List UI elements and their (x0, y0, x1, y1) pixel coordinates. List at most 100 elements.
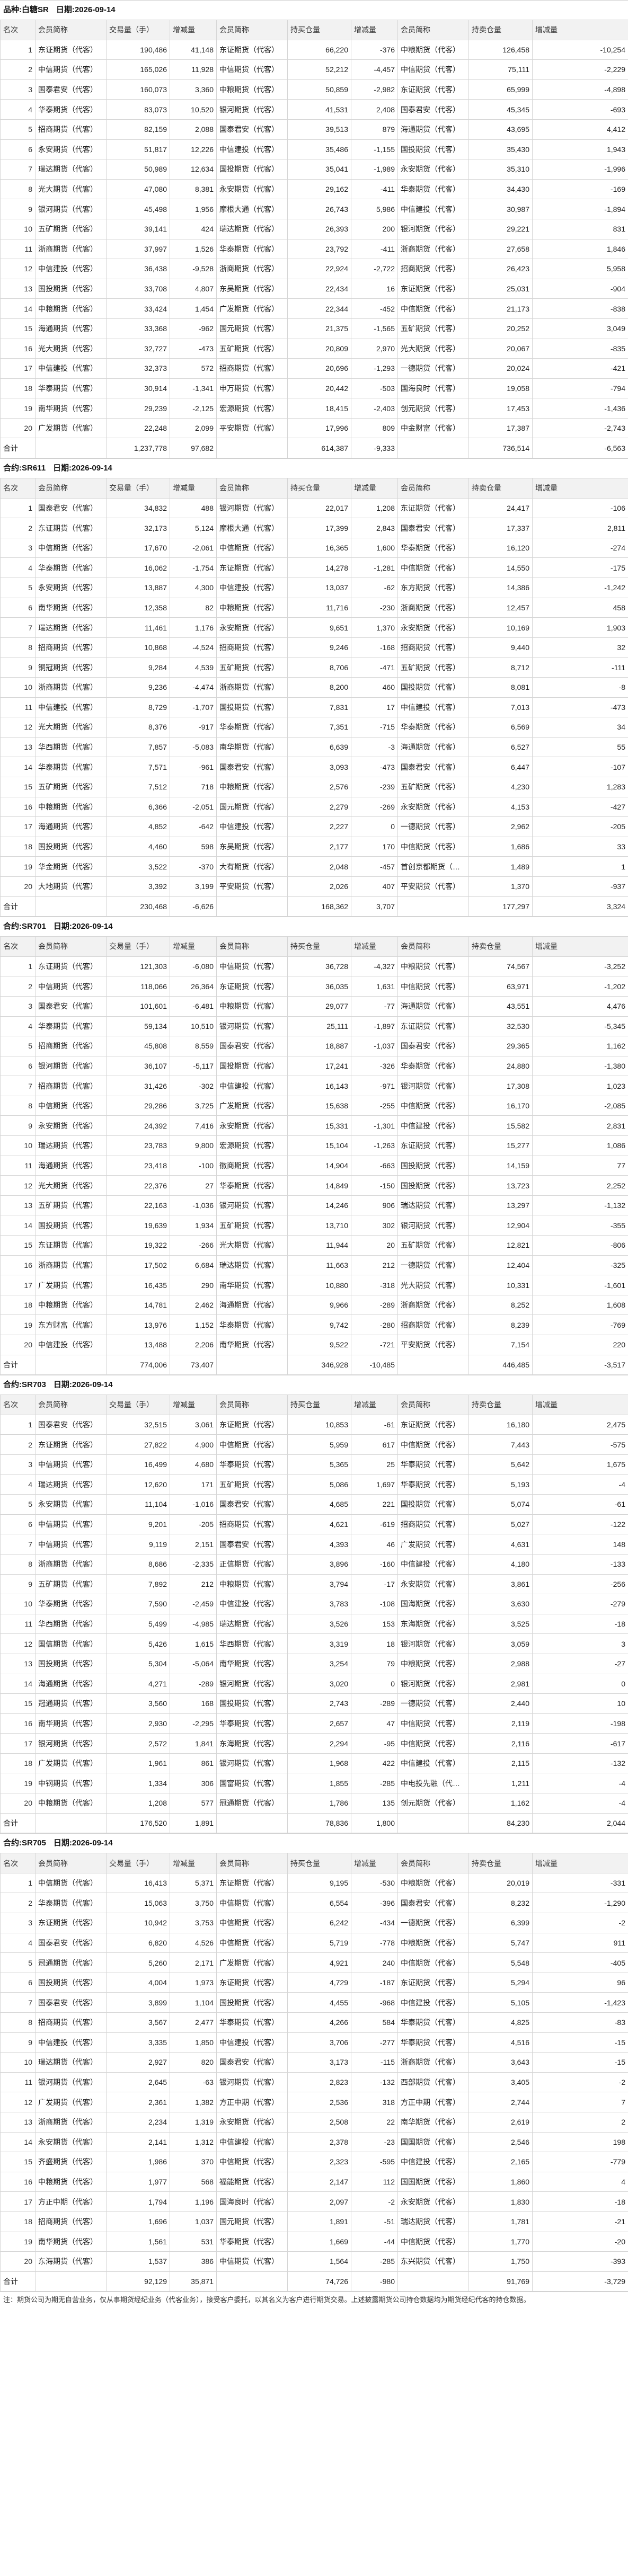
column-header: 增减量 (532, 478, 628, 499)
member-cell: 南华期货（代客） (397, 2111, 469, 2133)
value-cell: 37,997 (106, 238, 170, 260)
member-cell: 银河期货（代客） (397, 1076, 469, 1096)
value-cell: -280 (351, 1314, 398, 1335)
value-cell: 13,037 (287, 578, 351, 598)
value-cell: -471 (351, 657, 398, 678)
value-cell: 24,880 (468, 1055, 533, 1077)
member-cell: 东证期货（代客） (397, 498, 469, 519)
value-cell: -2,229 (532, 59, 628, 80)
rank-cell: 2 (0, 59, 36, 80)
rank-cell: 18 (0, 1294, 36, 1316)
member-cell: 五矿期货（代客） (216, 338, 288, 359)
value-cell: 35,430 (468, 139, 533, 160)
member-cell: 国投期货（代客） (397, 1494, 469, 1515)
member-cell: 南华期货（代客） (216, 1275, 288, 1295)
value-cell: -917 (170, 717, 217, 738)
member-cell: 中信期货（代客） (397, 1713, 469, 1734)
member-cell: 银河期货（代客） (216, 498, 288, 519)
value-cell: -1,301 (351, 1115, 398, 1136)
member-cell: 中粮期货（代客） (397, 1932, 469, 1953)
value-cell: 18 (351, 1633, 398, 1654)
member-cell: 华泰期货（代客） (35, 1893, 107, 1914)
table-row: 14 永安期货（代客） 2,141 1,312 中信建投（代客） 2,378 -23 国国期货… (0, 2131, 628, 2153)
value-cell: -1,290 (532, 1893, 628, 1914)
member-cell: 永安期货（代客） (216, 2111, 288, 2133)
value-cell: 21,375 (287, 318, 351, 339)
column-header: 持卖仓量 (468, 936, 533, 957)
value-cell: 572 (170, 358, 217, 379)
total-value: 92,129 (106, 2271, 170, 2292)
rank-table: 名次 会员简称 交易量（手） 增减量 会员简称 持买仓量 增减量 会员简称 持卖仓量 增减量 1 国泰… (0, 1394, 628, 1834)
value-cell: 12,457 (468, 597, 533, 618)
member-cell: 招商期货（代客） (397, 637, 469, 658)
value-cell: 2,930 (106, 1713, 170, 1734)
value-cell: 12,404 (468, 1255, 533, 1276)
value-cell: 4,004 (106, 1972, 170, 1993)
member-cell: 招商期货（代客） (35, 637, 107, 658)
value-cell: 7 (532, 2092, 628, 2112)
member-cell: 光大期货（代客） (397, 1275, 469, 1295)
member-cell: 东证期货（代客） (216, 1972, 288, 1993)
total-value: 2,044 (532, 1813, 628, 1834)
rank-cell: 20 (0, 1793, 36, 1814)
value-cell: 23,783 (106, 1135, 170, 1156)
member-cell: 中信建投（代客） (216, 578, 288, 598)
total-label: 合计 (0, 1813, 36, 1834)
value-cell: 8,200 (287, 677, 351, 698)
member-cell: 永安期货（代客） (397, 159, 469, 180)
table-row: 15 五矿期货（代客） 7,512 718 中粮期货（代客） 2,576 -239 五矿期货（… (0, 776, 628, 797)
member-cell: 齐盛期货（代客） (35, 2152, 107, 2172)
rank-cell: 17 (0, 1733, 36, 1754)
member-cell: 南华期货（代客） (35, 398, 107, 419)
section-code: SR701 (22, 922, 46, 931)
rank-cell: 15 (0, 1235, 36, 1256)
rank-cell: 6 (0, 1055, 36, 1077)
value-cell: -4,898 (532, 79, 628, 100)
rank-cell: 13 (0, 736, 36, 758)
rank-cell: 14 (0, 2131, 36, 2153)
value-cell: 32,727 (106, 338, 170, 359)
table-header-row: 名次 会员简称 交易量（手） 增减量 会员简称 持买仓量 增减量 会员简称 持卖仓量 增减量 (0, 1394, 628, 1415)
value-cell: 35,310 (468, 159, 533, 180)
value-cell: 8,376 (106, 717, 170, 738)
member-cell: 华西期货（代客） (216, 1633, 288, 1654)
section-title: 合约:SR703 日期:2026-09-14 (0, 1375, 628, 1395)
rank-cell: 20 (0, 876, 36, 897)
value-cell: -779 (532, 2152, 628, 2172)
value-cell: -111 (532, 657, 628, 678)
table-row: 8 浙商期货（代客） 8,686 -2,335 正信期货（代客） 3,896 -160 中信建… (0, 1553, 628, 1575)
value-cell: -434 (351, 1913, 398, 1933)
member-cell: 中粮期货（代客） (397, 956, 469, 977)
rank-cell: 9 (0, 1574, 36, 1595)
member-cell: 平安期货（代客） (397, 876, 469, 897)
rank-cell: 8 (0, 1553, 36, 1575)
value-cell: -5,083 (170, 736, 217, 758)
rank-cell: 20 (0, 1335, 36, 1355)
value-cell: 5,304 (106, 1653, 170, 1674)
value-cell: 7,590 (106, 1594, 170, 1614)
value-cell: 7,154 (468, 1335, 533, 1355)
value-cell: 19,058 (468, 378, 533, 399)
value-cell: 2,099 (170, 418, 217, 439)
member-cell: 中粮期货（代客） (216, 776, 288, 797)
rank-cell: 4 (0, 1474, 36, 1495)
value-cell: 8,081 (468, 677, 533, 698)
table-row: 9 中信建投（代客） 3,335 1,850 中信建投（代客） 3,706 -277 华泰期货… (0, 2032, 628, 2053)
total-label: 合计 (0, 438, 36, 459)
value-cell: -778 (351, 1932, 398, 1953)
value-cell: 36,438 (106, 259, 170, 279)
value-cell: -18 (532, 1613, 628, 1635)
value-cell: 20,809 (287, 338, 351, 359)
column-header: 增减量 (351, 478, 398, 499)
section-date-label: 日期: (53, 1838, 72, 1848)
value-cell: 11,928 (170, 59, 217, 80)
table-header-row: 名次 会员简称 交易量（手） 增减量 会员简称 持买仓量 增减量 会员简称 持卖仓量 增减量 (0, 936, 628, 957)
rank-cell: 2 (0, 518, 36, 538)
value-cell: 5,747 (468, 1932, 533, 1953)
value-cell: 25,031 (468, 278, 533, 299)
value-cell: 75,111 (468, 59, 533, 80)
value-cell: 39,141 (106, 218, 170, 239)
total-row: 合计 230,468 -6,626 168,362 3,707 177,297 3,324 (0, 896, 628, 917)
member-cell: 海通期货（代客） (35, 1673, 107, 1694)
rank-cell: 6 (0, 597, 36, 618)
